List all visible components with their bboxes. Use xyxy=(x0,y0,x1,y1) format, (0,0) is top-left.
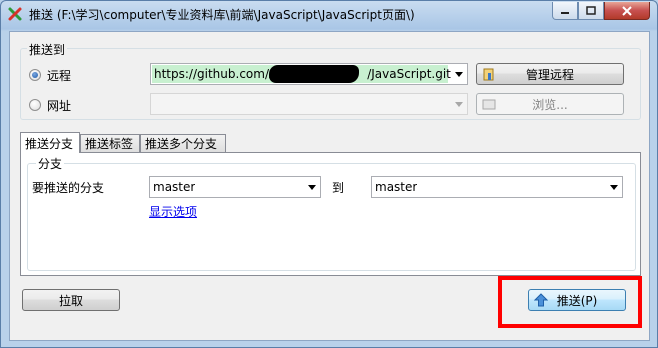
tab-push-multiple-branches[interactable]: 推送多个分支 xyxy=(140,134,226,152)
url-combo[interactable] xyxy=(150,93,468,115)
tab-push-branch-label: 推送分支 xyxy=(25,136,74,151)
remote-settings-icon xyxy=(482,67,496,84)
push-to-legend: 推送到 xyxy=(27,41,68,58)
push-branch-panel: 分支 要推送的分支 master 到 master 显示选项 xyxy=(20,152,641,276)
browse-button[interactable]: 浏览... xyxy=(476,93,624,115)
annotation-highlight-box xyxy=(498,276,642,328)
local-branch-value: master xyxy=(153,180,196,194)
minimize-icon xyxy=(561,11,569,14)
folder-icon xyxy=(482,97,496,114)
maximize-button[interactable] xyxy=(578,2,604,20)
tab-push-tags[interactable]: 推送标签 xyxy=(80,134,140,152)
chevron-down-icon[interactable] xyxy=(455,72,463,77)
tab-push-branch[interactable]: 推送分支 xyxy=(20,132,80,153)
remote-label: 远程 xyxy=(47,69,72,83)
remote-branch-value: master xyxy=(375,180,418,194)
chevron-down-icon[interactable] xyxy=(455,102,463,107)
manage-remote-button[interactable]: 管理远程 xyxy=(476,63,624,85)
minimize-button[interactable] xyxy=(552,2,578,20)
chevron-down-icon[interactable] xyxy=(308,185,316,190)
tortoisegit-push-icon xyxy=(7,6,23,22)
url-radio[interactable] xyxy=(29,99,41,111)
maximize-icon xyxy=(586,6,596,15)
manage-remote-label: 管理远程 xyxy=(525,67,574,82)
redaction-mark xyxy=(269,65,359,83)
tab-push-tags-label: 推送标签 xyxy=(85,137,134,151)
browse-label: 浏览... xyxy=(532,97,568,112)
remote-branch-select[interactable]: master xyxy=(371,176,623,198)
close-icon xyxy=(622,5,632,16)
branch-legend: 分支 xyxy=(36,155,65,172)
branch-group: 分支 要推送的分支 master 到 master 显示选项 xyxy=(27,155,636,271)
tab-push-multiple-branches-label: 推送多个分支 xyxy=(145,137,218,151)
title-bar[interactable]: 推送 (F:\学习\computer\专业资料库\前端\JavaScript\J… xyxy=(1,1,657,29)
window-title: 推送 (F:\学习\computer\专业资料库\前端\JavaScript\J… xyxy=(29,8,415,22)
pull-label: 拉取 xyxy=(58,293,83,308)
to-label: 到 xyxy=(332,181,345,195)
local-branch-select[interactable]: master xyxy=(149,176,321,198)
push-to-group: 推送到 远程 https://github.com/A/JavaScript.g… xyxy=(20,41,641,120)
push-dialog-window: 推送 (F:\学习\computer\专业资料库\前端\JavaScript\J… xyxy=(0,0,658,348)
url-label: 网址 xyxy=(47,99,72,113)
remote-url-combo[interactable]: https://github.com/A/JavaScript.git xyxy=(150,63,468,85)
show-options-link[interactable]: 显示选项 xyxy=(149,203,197,220)
pull-button[interactable]: 拉取 xyxy=(22,289,120,311)
remote-radio[interactable] xyxy=(29,69,41,81)
chevron-down-icon[interactable] xyxy=(610,185,618,190)
local-branch-label: 要推送的分支 xyxy=(32,181,105,195)
close-button[interactable] xyxy=(604,2,650,20)
